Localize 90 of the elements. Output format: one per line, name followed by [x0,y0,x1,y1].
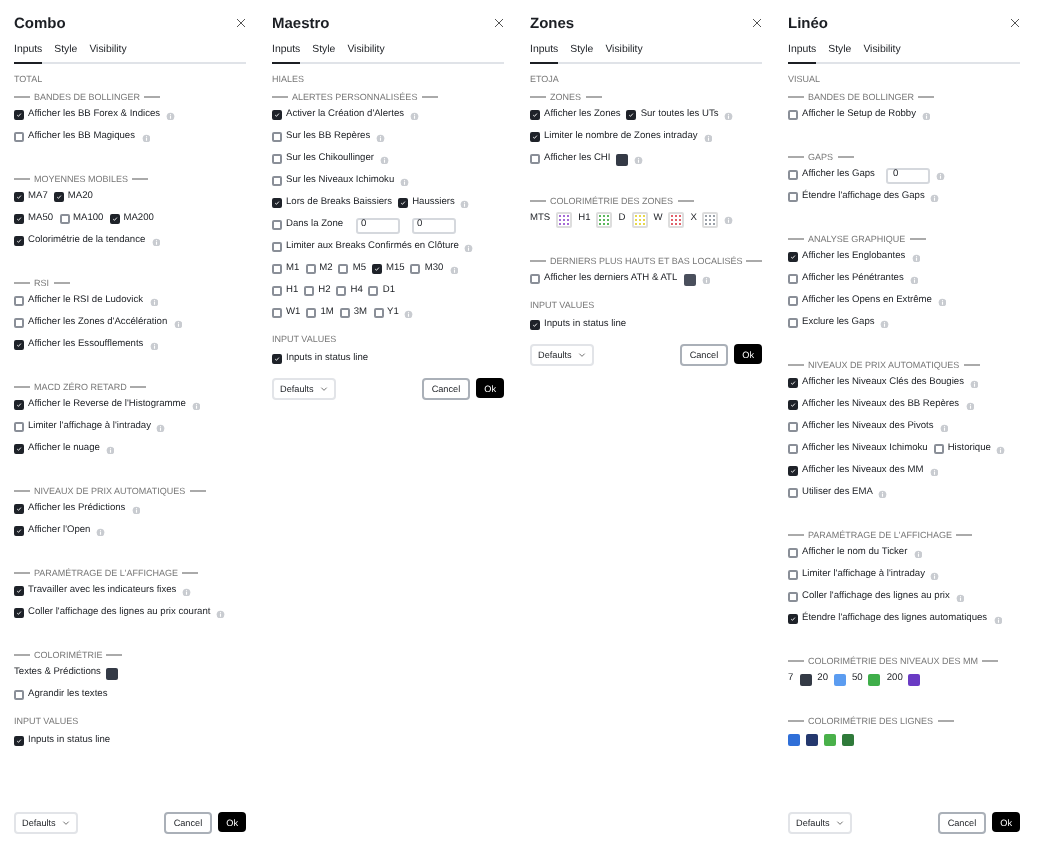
checkbox[interactable] [788,192,798,203]
checkbox[interactable] [338,264,349,275]
color-swatch[interactable] [806,733,818,746]
checkbox[interactable] [14,444,24,455]
checkbox[interactable] [14,690,24,701]
checkbox[interactable] [933,444,944,455]
checkbox[interactable] [14,318,24,329]
checkbox[interactable] [272,286,282,297]
color-swatch[interactable] [834,673,847,686]
checkbox[interactable] [109,214,120,225]
checkbox[interactable] [272,176,282,187]
caret-icon [61,819,70,825]
checkbox[interactable] [788,422,798,433]
checkbox[interactable] [272,154,282,165]
checkbox[interactable] [788,296,798,307]
checkbox[interactable] [272,242,282,253]
checkbox[interactable] [788,170,798,181]
checkbox[interactable] [272,220,282,231]
checkbox[interactable] [14,132,24,143]
color-swatch[interactable] [106,667,119,680]
color-swatch[interactable] [824,733,836,746]
checkbox[interactable] [14,192,24,203]
close-icon[interactable] [752,17,762,27]
checkbox[interactable] [14,340,24,351]
checkbox[interactable] [410,264,421,275]
color-swatch[interactable] [596,211,613,228]
color-swatch[interactable] [683,273,696,286]
checkbox[interactable] [14,296,24,307]
close-icon[interactable] [1010,17,1020,27]
checkbox[interactable] [59,214,70,225]
color-swatch[interactable] [788,733,800,746]
checkbox[interactable] [272,110,282,121]
checkbox[interactable] [14,214,24,225]
checkbox[interactable] [530,274,540,285]
checkbox[interactable] [306,308,317,319]
checkbox[interactable] [788,488,798,499]
checkbox[interactable] [398,198,409,209]
checkbox[interactable] [788,110,798,121]
checkbox[interactable] [788,614,798,625]
checkbox[interactable] [530,132,540,143]
checkbox[interactable] [339,308,350,319]
color-swatch[interactable] [868,673,881,686]
checkbox[interactable] [788,570,798,581]
checkbox[interactable] [14,526,24,537]
checkbox[interactable] [788,378,798,389]
color-swatch[interactable] [908,673,921,686]
close-icon[interactable] [494,17,504,27]
checkbox[interactable] [272,354,282,365]
checkbox[interactable] [788,466,798,477]
checkbox[interactable] [373,308,384,319]
checkbox[interactable] [788,548,798,559]
caret-icon [835,819,844,825]
color-swatch[interactable] [631,211,648,228]
caret-icon [577,351,586,358]
checkbox[interactable] [272,198,282,209]
checkbox[interactable] [272,264,282,275]
color-swatch[interactable] [702,211,719,228]
checkbox[interactable] [304,286,315,297]
checkbox[interactable] [788,252,798,263]
checkbox[interactable] [336,286,347,297]
checkbox[interactable] [368,286,379,297]
checkbox[interactable] [14,586,24,597]
checkbox[interactable] [530,320,540,331]
checkbox[interactable] [14,400,24,411]
color-swatch[interactable] [556,211,573,228]
checkbox[interactable] [530,154,540,165]
checkbox[interactable] [788,444,798,455]
checkbox[interactable] [53,192,64,203]
checkbox[interactable] [788,400,798,411]
checkbox[interactable] [14,110,24,121]
checkbox[interactable] [14,422,24,433]
checkbox[interactable] [14,504,24,515]
checkbox[interactable] [14,736,24,747]
color-swatch[interactable] [842,733,854,746]
close-icon[interactable] [236,17,246,27]
checkbox[interactable] [272,308,282,319]
checkbox[interactable] [788,318,798,329]
checkbox[interactable] [530,110,540,121]
checkbox[interactable] [14,608,24,619]
checkbox[interactable] [272,132,282,143]
color-swatch[interactable] [668,211,685,228]
checkbox[interactable] [788,592,798,603]
checkbox[interactable] [14,236,24,247]
checkbox[interactable] [372,264,383,275]
checkbox[interactable] [626,110,637,121]
checkbox[interactable] [788,274,798,285]
color-swatch[interactable] [616,153,629,166]
caret-icon [319,385,328,392]
color-swatch[interactable] [799,673,812,686]
checkbox[interactable] [305,264,316,275]
